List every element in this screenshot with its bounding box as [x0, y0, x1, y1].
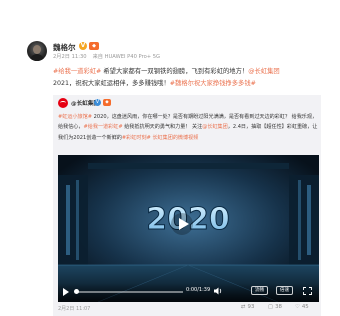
video-time: 0:00/1:39: [186, 287, 211, 293]
like-count[interactable]: ♡ 45: [295, 304, 309, 310]
user-avatar[interactable]: [27, 41, 47, 61]
level-icon: ◆: [103, 99, 111, 106]
repost-date[interactable]: 2月2日 11:07: [58, 305, 90, 312]
hashtag-link[interactable]: #给我一道彩虹#: [83, 124, 122, 130]
post-body: 希望大家都有一双钢铁的翅膀，飞到有彩虹的地方！: [101, 68, 249, 75]
resolution-button[interactable]: 流畅: [251, 286, 268, 295]
play-icon[interactable]: [170, 212, 194, 236]
repost-body: 给我抵抗明天的勇气和力量！ 关注: [122, 124, 203, 131]
verified-icon: V: [94, 99, 101, 106]
post-username[interactable]: 魏格尔: [53, 42, 76, 53]
mention-link[interactable]: @长虹集团: [202, 124, 227, 130]
level-icon: ◆: [89, 42, 99, 50]
comment-icon: ▢: [268, 304, 274, 310]
repost-count[interactable]: ⇄ 93: [241, 304, 254, 310]
mention-link[interactable]: @长虹集团: [248, 68, 279, 75]
progress-track[interactable]: [75, 291, 183, 293]
verified-icon: V: [79, 42, 87, 50]
post-text: #给我一道彩虹# 希望大家都有一双钢铁的翅膀，飞到有彩虹的地方！@长虹集团 20…: [53, 66, 321, 90]
hashtag-link[interactable]: #魏格尔祝大家挣钱挣多多钱#: [170, 80, 256, 87]
repost-icon: ⇄: [241, 304, 246, 310]
repost-avatar[interactable]: [58, 98, 68, 108]
post-body: 2021，祝祝大家虹运相伴，多多赚钱哦！: [53, 80, 170, 87]
post-date[interactable]: 2月2日 11:30: [53, 54, 87, 60]
hashtag-link[interactable]: #虹运小旅馆#: [58, 114, 92, 120]
play-icon[interactable]: [63, 288, 69, 296]
fullscreen-icon[interactable]: [303, 287, 312, 295]
hashtag-link[interactable]: #彩虹时刻#: [122, 135, 151, 141]
like-icon: ♡: [295, 304, 300, 310]
speed-button[interactable]: 倍速: [276, 286, 293, 295]
hashtag-link[interactable]: #给我一道彩虹#: [53, 68, 101, 75]
repost-text: #虹运小旅馆# 2020，这盘迷风雨，你在哪一处？是否有期盼过阳光满满，是否有看…: [58, 112, 320, 143]
comment-count[interactable]: ▢ 38: [268, 304, 282, 310]
post-source: 来自 HUAWEI P40 Pro+ 5G: [92, 54, 161, 60]
volume-icon[interactable]: [214, 287, 223, 295]
video-link[interactable]: 长虹集团的微博视频: [151, 135, 198, 141]
post-meta: 2月2日 11:30 来自 HUAWEI P40 Pro+ 5G: [53, 53, 166, 60]
progress-handle[interactable]: [74, 289, 79, 294]
